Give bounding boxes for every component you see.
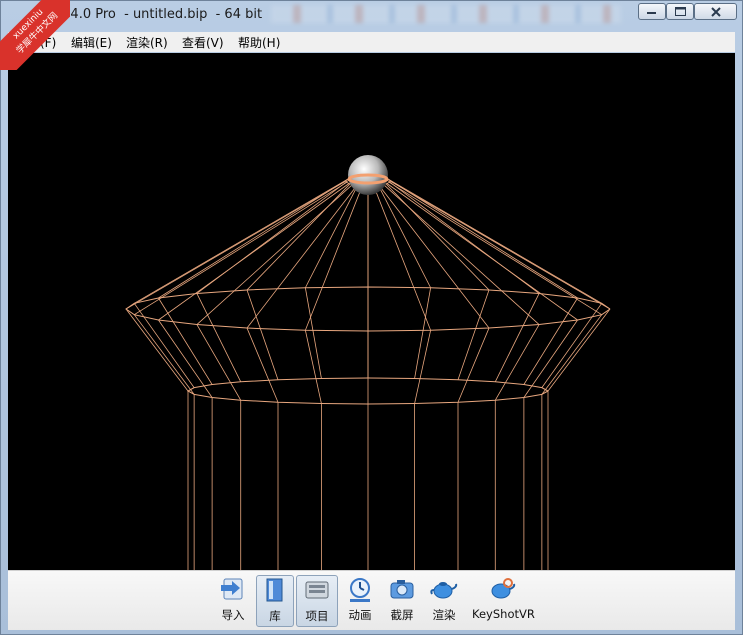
wire-edge — [494, 324, 540, 401]
wireframe-model — [125, 155, 611, 570]
menu-help[interactable]: 帮助(H) — [238, 34, 280, 51]
library-icon — [266, 578, 283, 602]
wire-edge — [305, 175, 363, 288]
wire-edge — [158, 297, 213, 385]
wire-edge — [158, 178, 350, 299]
minimize-button[interactable] — [638, 3, 666, 20]
wire-edge — [196, 177, 353, 294]
menu-edit[interactable]: 编辑(E) — [71, 34, 112, 51]
keyshotvr-button[interactable]: KeyShotVR — [472, 575, 535, 627]
bottom-toolbar: 导入 库 项目 动画 截屏 渲染 KeyShotVR — [8, 570, 735, 630]
wire-edge — [158, 183, 350, 321]
import-label: 导入 — [221, 608, 245, 622]
maximize-icon — [674, 7, 686, 16]
project-label: 项目 — [305, 609, 329, 623]
wire-edge — [523, 319, 578, 398]
wire-edge — [523, 297, 578, 385]
import-icon — [221, 578, 243, 600]
library-button[interactable]: 库 — [256, 575, 294, 627]
close-icon — [710, 6, 721, 17]
app-window: hot 4.0 Pro - untitled.bip - 64 bit 件(F)… — [0, 0, 743, 635]
wire-edge — [541, 314, 603, 395]
minimize-icon — [647, 11, 656, 14]
wire-edge — [125, 308, 189, 392]
wire-edge — [494, 293, 540, 382]
wire-edge — [373, 185, 432, 331]
wire-edge — [158, 319, 213, 398]
render-label: 渲染 — [432, 608, 456, 622]
wire-edge — [246, 176, 358, 291]
library-label: 库 — [269, 609, 281, 623]
menu-bar: 件(F) 编辑(E) 渲染(R) 查看(V) 帮助(H) — [8, 32, 735, 52]
wire-edge — [383, 177, 540, 294]
wire-edge — [389, 181, 602, 316]
maximize-button[interactable] — [666, 3, 694, 20]
menu-render[interactable]: 渲染(R) — [126, 34, 168, 51]
close-button[interactable] — [694, 3, 737, 20]
keyshotvr-label: KeyShotVR — [472, 607, 535, 621]
wire-edge — [547, 308, 611, 392]
title-bar-background-tabs — [271, 5, 621, 23]
wire-edge — [386, 178, 578, 299]
project-icon — [305, 581, 329, 599]
wire-edge — [414, 287, 432, 379]
screenshot-label: 截屏 — [390, 608, 414, 622]
wire-edge — [134, 181, 347, 316]
import-button[interactable]: 导入 — [213, 575, 253, 627]
wire-edge — [386, 183, 578, 321]
wire-edge — [373, 175, 431, 288]
wire-edge — [246, 289, 279, 380]
wire-edge — [457, 289, 490, 380]
animation-button[interactable]: 动画 — [342, 575, 378, 627]
menu-view[interactable]: 查看(V) — [182, 34, 224, 51]
keyshotvr-teapot-icon — [491, 578, 516, 599]
wire-edge — [133, 314, 195, 395]
window-title: hot 4.0 Pro - untitled.bip - 64 bit — [45, 7, 263, 22]
render-button[interactable]: 渲染 — [426, 575, 462, 627]
title-bar[interactable]: hot 4.0 Pro - untitled.bip - 64 bit — [1, 1, 742, 29]
wire-edge — [196, 324, 242, 401]
animation-icon — [350, 578, 370, 602]
render-teapot-icon — [430, 582, 458, 599]
window-controls — [638, 3, 737, 20]
project-button[interactable]: 项目 — [296, 575, 338, 627]
wire-edge — [196, 293, 242, 382]
watermark-ribbon: xuexiniu 学犀牛中文网 — [0, 0, 70, 70]
wire-edge — [304, 185, 363, 331]
render-viewport[interactable] — [8, 53, 735, 570]
wire-edge — [304, 287, 322, 379]
watermark-badge: xuexiniu 学犀牛中文网 — [0, 0, 70, 70]
screenshot-icon — [390, 580, 414, 599]
animation-label: 动画 — [348, 608, 372, 622]
wire-edge — [378, 176, 490, 291]
screenshot-button[interactable]: 截屏 — [384, 575, 420, 627]
